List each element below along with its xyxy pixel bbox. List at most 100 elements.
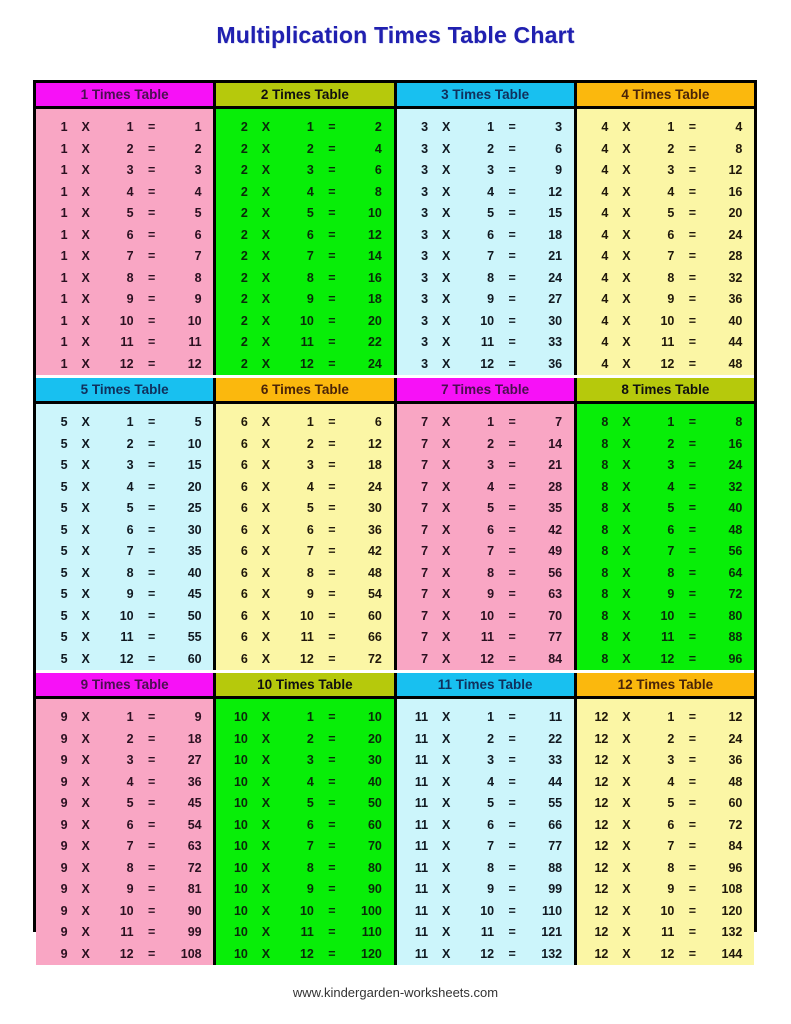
table-row: 12 X 4 = 48	[582, 772, 748, 794]
multiplier-value: 12	[660, 946, 675, 961]
multiplier-value: 12	[299, 946, 314, 961]
multiplicand-value: 10	[233, 731, 248, 746]
equals-symbol: =	[147, 120, 156, 134]
product-value: 15	[187, 458, 202, 472]
equals-symbol: =	[147, 458, 156, 472]
equals-symbol: =	[688, 163, 697, 177]
equals-symbol: =	[688, 925, 697, 939]
table-row: 5 X 5 = 25	[42, 498, 208, 520]
product-value: 24	[367, 356, 382, 371]
equals-symbol: =	[147, 335, 156, 349]
multiplicand-value: 1	[60, 292, 68, 306]
times-symbol: X	[441, 163, 451, 177]
product-value: 70	[367, 839, 382, 853]
product-value: 45	[187, 796, 202, 810]
multiplier-value: 8	[487, 565, 495, 580]
table-row: 3 X 3 = 9	[402, 160, 568, 182]
times-symbol: X	[441, 458, 451, 472]
equals-symbol: =	[328, 227, 336, 242]
product-value: 20	[367, 313, 382, 328]
times-symbol: X	[441, 774, 451, 789]
times-symbol: X	[441, 141, 451, 156]
table-row: 3 X 12 = 36	[402, 354, 568, 376]
times-symbol: X	[81, 458, 90, 472]
multiplier-value: 3	[306, 163, 314, 177]
times-symbol: X	[81, 415, 90, 429]
times-symbol: X	[261, 774, 271, 789]
equals-symbol: =	[508, 141, 516, 156]
times-symbol: X	[261, 458, 271, 472]
times-symbol: X	[441, 925, 451, 939]
table-row: 7 X 7 = 49	[402, 541, 568, 563]
product-value: 30	[187, 522, 202, 537]
times-symbol: X	[441, 227, 451, 242]
multiplier-value: 5	[126, 206, 134, 220]
multiplier-value: 8	[306, 270, 314, 285]
multiplier-value: 3	[487, 458, 495, 472]
equals-symbol: =	[147, 753, 156, 767]
multiplicand-value: 9	[60, 774, 68, 789]
multiplier-value: 6	[306, 522, 314, 537]
times-symbol: X	[81, 544, 90, 558]
multiplicand-value: 7	[421, 544, 429, 558]
table-row: 2 X 1 = 2	[222, 117, 388, 139]
equals-symbol: =	[508, 608, 516, 623]
times-symbol: X	[81, 903, 90, 918]
multiplicand-value: 1	[60, 141, 68, 156]
multiplicand-value: 7	[421, 415, 429, 429]
equals-symbol: =	[328, 839, 336, 853]
table-row: 7 X 11 = 77	[402, 627, 568, 649]
table-row: 8 X 6 = 48	[582, 520, 748, 542]
product-value: 8	[194, 270, 202, 285]
equals-symbol: =	[147, 163, 156, 177]
table-row: 7 X 8 = 56	[402, 563, 568, 585]
times-symbol: X	[81, 753, 90, 767]
times-symbol: X	[441, 249, 451, 263]
multiplicand-value: 6	[240, 608, 248, 623]
multiplier-value: 9	[306, 882, 314, 896]
times-table-header-7: 7 Times Table	[396, 378, 574, 404]
table-row: 1 X 5 = 5	[42, 203, 208, 225]
product-value: 36	[728, 753, 743, 767]
multiplicand-value: 6	[240, 651, 248, 666]
table-row: 3 X 11 = 33	[402, 332, 568, 354]
multiplicand-value: 8	[601, 587, 609, 601]
table-row: 1 X 1 = 1	[42, 117, 208, 139]
multiplicand-value: 11	[414, 903, 429, 918]
equals-symbol: =	[328, 163, 336, 177]
equals-symbol: =	[328, 184, 336, 199]
multiplicand-value: 8	[601, 501, 609, 515]
table-row: 2 X 4 = 8	[222, 182, 388, 204]
multiplicand-value: 9	[60, 753, 68, 767]
multiplicand-value: 12	[594, 817, 609, 832]
equals-symbol: =	[328, 335, 336, 349]
multiplicand-value: 3	[421, 206, 429, 220]
multiplier-value: 12	[660, 356, 675, 371]
times-symbol: X	[441, 839, 451, 853]
multiplier-value: 7	[487, 839, 495, 853]
times-symbol: X	[81, 292, 90, 306]
product-value: 35	[187, 544, 202, 558]
multiplicand-value: 5	[60, 436, 68, 451]
multiplier-value: 8	[126, 565, 134, 580]
equals-symbol: =	[328, 925, 336, 939]
product-value: 18	[367, 458, 382, 472]
product-value: 72	[367, 651, 382, 666]
equals-symbol: =	[328, 249, 336, 263]
times-symbol: X	[441, 903, 451, 918]
equals-symbol: =	[147, 479, 156, 494]
table-row: 4 X 10 = 40	[582, 311, 748, 333]
multiplicand-value: 2	[240, 356, 248, 371]
multiplier-value: 10	[480, 903, 495, 918]
times-symbol: X	[622, 501, 631, 515]
multiplicand-value: 8	[601, 565, 609, 580]
table-row: 6 X 8 = 48	[222, 563, 388, 585]
multiplicand-value: 6	[240, 522, 248, 537]
times-symbol: X	[622, 479, 631, 494]
equals-symbol: =	[328, 587, 336, 601]
table-row: 6 X 3 = 18	[222, 455, 388, 477]
multiplier-value: 12	[119, 651, 134, 666]
multiplier-value: 4	[306, 774, 314, 789]
product-value: 30	[367, 501, 382, 515]
product-value: 77	[548, 630, 563, 644]
